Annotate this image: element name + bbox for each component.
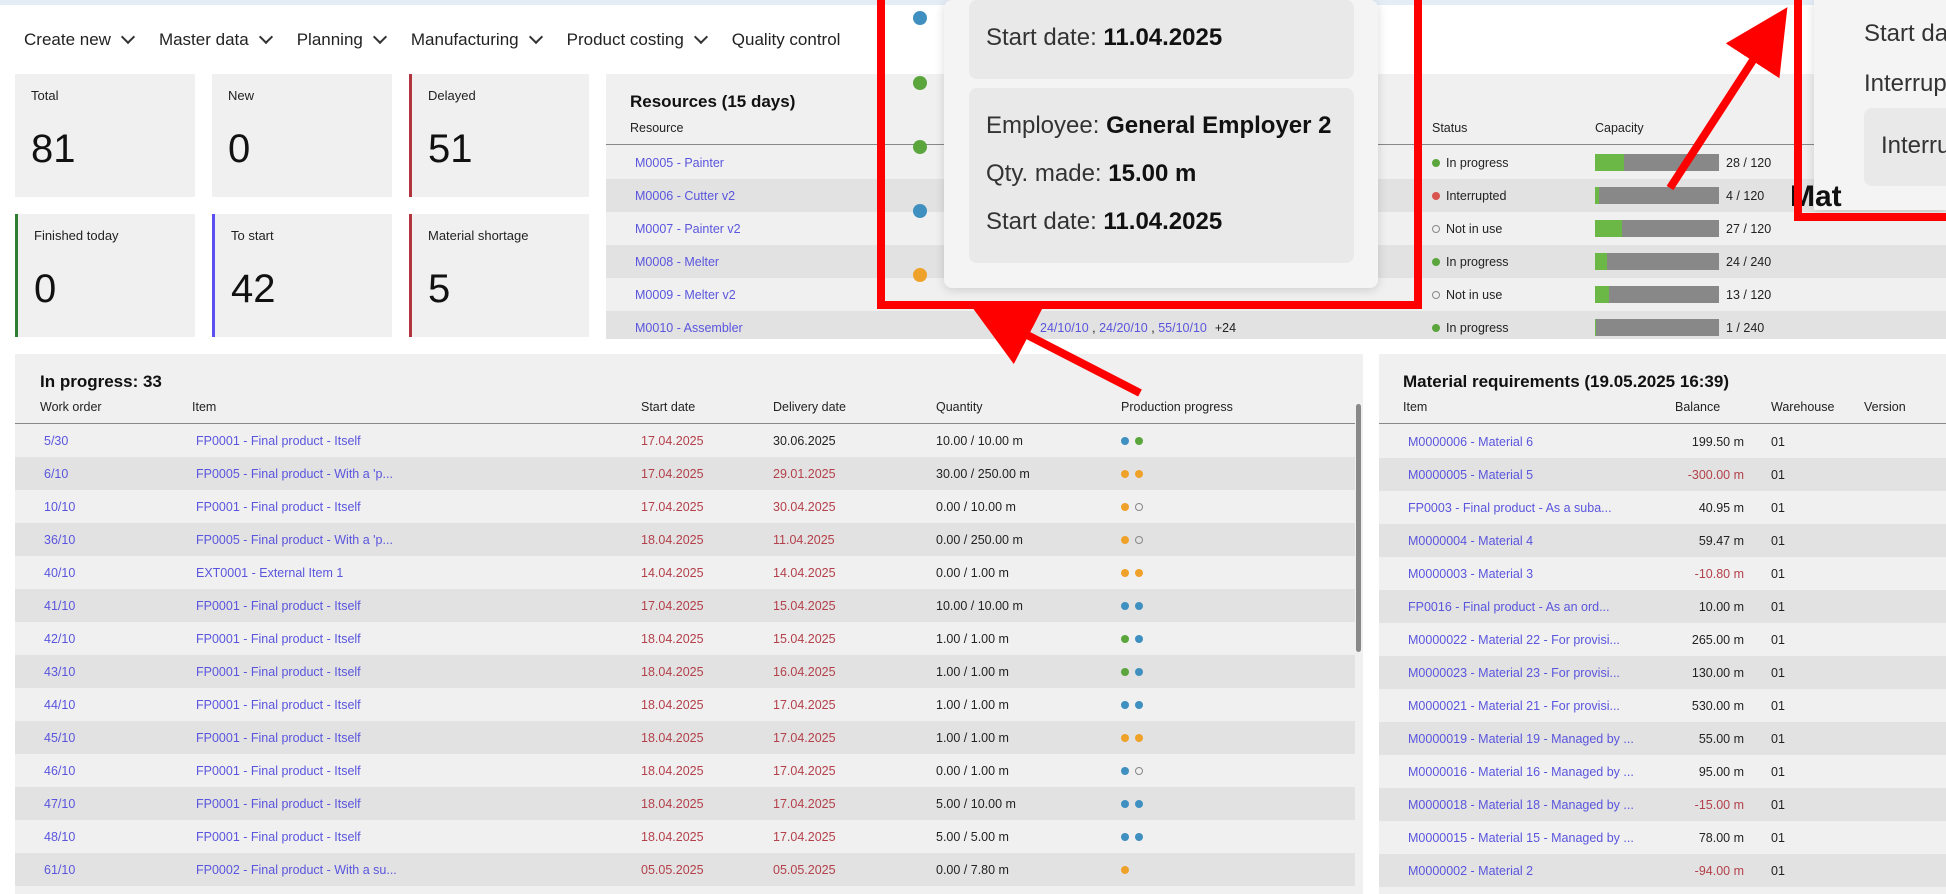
arrow-to-right-box — [1666, 7, 1788, 191]
arrow-to-center-box — [971, 306, 1142, 397]
annotation-arrows — [971, 7, 1788, 397]
